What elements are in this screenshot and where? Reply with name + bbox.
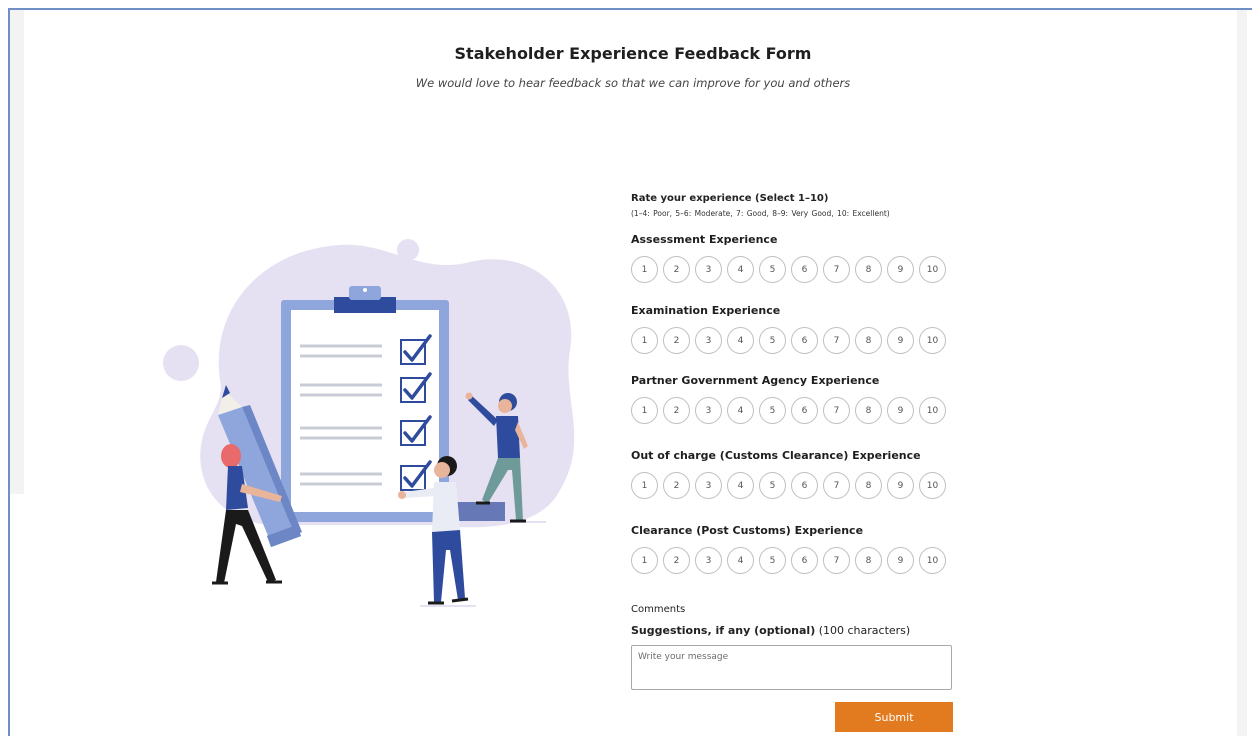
rating-option[interactable]: 1 bbox=[631, 397, 658, 424]
rating-option[interactable]: 2 bbox=[663, 472, 690, 499]
rating-option[interactable]: 10 bbox=[919, 327, 946, 354]
rating-scale: 1 2 3 4 5 6 7 8 9 10 bbox=[631, 472, 961, 499]
page-title: Stakeholder Experience Feedback Form bbox=[454, 44, 812, 63]
rating-option[interactable]: 7 bbox=[823, 256, 850, 283]
feedback-form: Rate your experience (Select 1–10) (1–4:… bbox=[631, 193, 961, 732]
rating-option[interactable]: 5 bbox=[759, 256, 786, 283]
rating-option[interactable]: 10 bbox=[919, 547, 946, 574]
rating-option[interactable]: 4 bbox=[727, 256, 754, 283]
rating-section-partner-agency: Partner Government Agency Experience 1 2… bbox=[631, 374, 961, 424]
suggestions-title: Suggestions, if any (optional) bbox=[631, 624, 816, 637]
rating-option[interactable]: 5 bbox=[759, 547, 786, 574]
rating-option[interactable]: 4 bbox=[727, 472, 754, 499]
rating-option[interactable]: 5 bbox=[759, 397, 786, 424]
rating-option[interactable]: 5 bbox=[759, 472, 786, 499]
rating-scale: 1 2 3 4 5 6 7 8 9 10 bbox=[631, 547, 961, 574]
decor-circle bbox=[397, 239, 419, 261]
rating-option[interactable]: 6 bbox=[791, 256, 818, 283]
rating-option[interactable]: 7 bbox=[823, 472, 850, 499]
rating-option[interactable]: 3 bbox=[695, 256, 722, 283]
rating-option[interactable]: 8 bbox=[855, 547, 882, 574]
rating-option[interactable]: 5 bbox=[759, 327, 786, 354]
rating-scale: 1 2 3 4 5 6 7 8 9 10 bbox=[631, 327, 961, 354]
page-subtitle: We would love to hear feedback so that w… bbox=[415, 76, 851, 90]
rating-section-examination: Examination Experience 1 2 3 4 5 6 7 8 9… bbox=[631, 304, 961, 354]
step bbox=[455, 502, 505, 522]
rating-option[interactable]: 4 bbox=[727, 397, 754, 424]
rating-option[interactable]: 4 bbox=[727, 327, 754, 354]
rating-option[interactable]: 8 bbox=[855, 256, 882, 283]
section-label: Assessment Experience bbox=[631, 233, 778, 246]
section-label: Out of charge (Customs Clearance) Experi… bbox=[631, 449, 921, 462]
rating-option[interactable]: 7 bbox=[823, 327, 850, 354]
rating-option[interactable]: 2 bbox=[663, 547, 690, 574]
rating-option[interactable]: 10 bbox=[919, 256, 946, 283]
rating-option[interactable]: 6 bbox=[791, 547, 818, 574]
section-label: Clearance (Post Customs) Experience bbox=[631, 524, 864, 537]
rating-option[interactable]: 10 bbox=[919, 397, 946, 424]
message-input[interactable] bbox=[631, 645, 952, 690]
rating-section-assessment: Assessment Experience 1 2 3 4 5 6 7 8 9 … bbox=[631, 233, 961, 283]
rating-option[interactable]: 3 bbox=[695, 472, 722, 499]
rating-option[interactable]: 7 bbox=[823, 397, 850, 424]
feedback-illustration bbox=[163, 239, 575, 607]
rating-section-clearance: Clearance (Post Customs) Experience 1 2 … bbox=[631, 524, 961, 574]
rating-option[interactable]: 9 bbox=[887, 547, 914, 574]
rating-option[interactable]: 6 bbox=[791, 397, 818, 424]
rating-option[interactable]: 3 bbox=[695, 327, 722, 354]
rating-option[interactable]: 6 bbox=[791, 327, 818, 354]
rating-option[interactable]: 9 bbox=[887, 327, 914, 354]
rating-scale: 1 2 3 4 5 6 7 8 9 10 bbox=[631, 397, 961, 424]
rating-option[interactable]: 2 bbox=[663, 397, 690, 424]
rating-option[interactable]: 10 bbox=[919, 472, 946, 499]
rating-section-out-of-charge: Out of charge (Customs Clearance) Experi… bbox=[631, 449, 961, 499]
rating-option[interactable]: 6 bbox=[791, 472, 818, 499]
rating-option[interactable]: 9 bbox=[887, 256, 914, 283]
rating-scale: 1 2 3 4 5 6 7 8 9 10 bbox=[631, 256, 961, 283]
rating-option[interactable]: 3 bbox=[695, 397, 722, 424]
right-margin bbox=[1237, 10, 1247, 736]
rating-option[interactable]: 2 bbox=[663, 256, 690, 283]
suggestions-label: Suggestions, if any (optional) (100 char… bbox=[631, 624, 910, 637]
rating-legend: (1–4: Poor, 5–6: Moderate, 7: Good, 8–9:… bbox=[631, 209, 890, 218]
rating-option[interactable]: 2 bbox=[663, 327, 690, 354]
rating-option[interactable]: 8 bbox=[855, 397, 882, 424]
rating-option[interactable]: 4 bbox=[727, 547, 754, 574]
rating-option[interactable]: 8 bbox=[855, 327, 882, 354]
rating-option[interactable]: 7 bbox=[823, 547, 850, 574]
comments-label: Comments bbox=[631, 604, 686, 615]
clipboard-icon bbox=[281, 286, 449, 522]
rating-option[interactable]: 1 bbox=[631, 256, 658, 283]
rating-option[interactable]: 9 bbox=[887, 472, 914, 499]
rating-option[interactable]: 3 bbox=[695, 547, 722, 574]
section-label: Partner Government Agency Experience bbox=[631, 374, 880, 387]
rating-option[interactable]: 1 bbox=[631, 472, 658, 499]
character-limit-note: (100 characters) bbox=[818, 624, 911, 637]
rating-option[interactable]: 1 bbox=[631, 327, 658, 354]
rating-option[interactable]: 8 bbox=[855, 472, 882, 499]
decor-circle bbox=[163, 345, 199, 381]
rating-option[interactable]: 1 bbox=[631, 547, 658, 574]
rating-option[interactable]: 9 bbox=[887, 397, 914, 424]
rating-instructions: Rate your experience (Select 1–10) bbox=[631, 193, 829, 204]
submit-button[interactable]: Submit bbox=[835, 702, 953, 732]
section-label: Examination Experience bbox=[631, 304, 781, 317]
